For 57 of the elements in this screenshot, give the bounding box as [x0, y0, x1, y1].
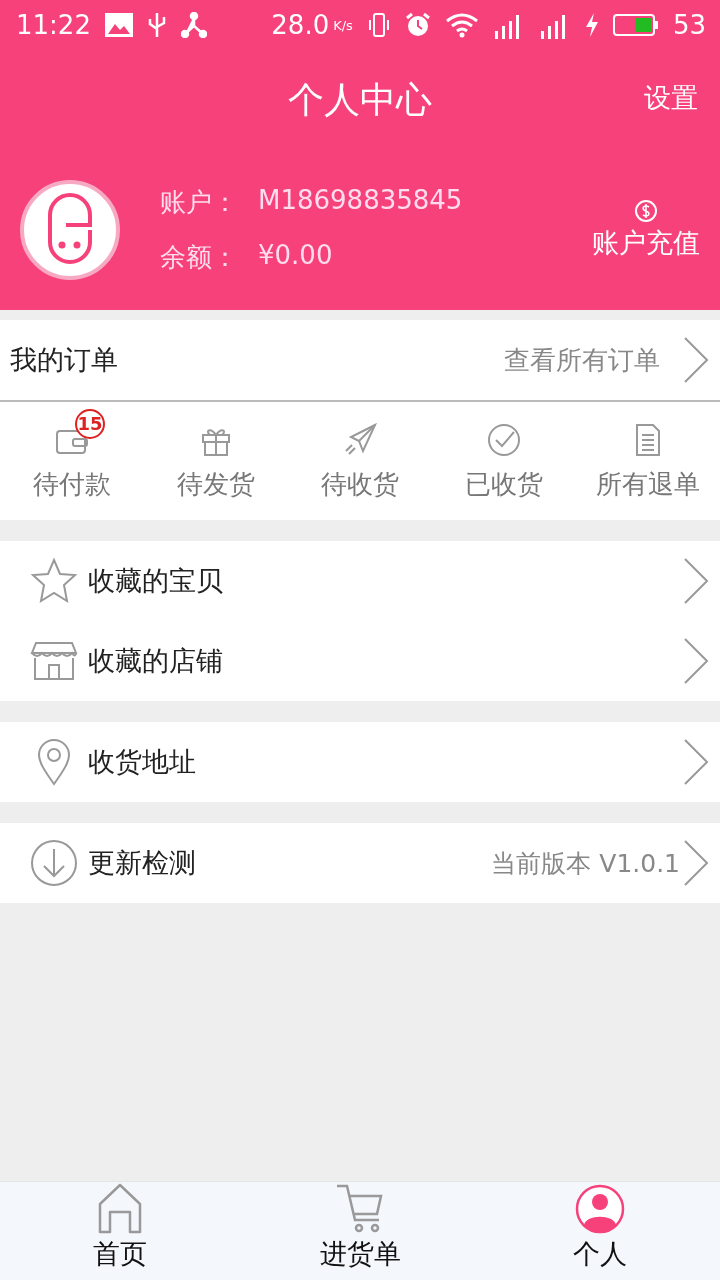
- order-status-button[interactable]: 已收货: [432, 402, 576, 520]
- my-orders-row[interactable]: 我的订单 查看所有订单: [0, 320, 720, 402]
- chevron-right-icon: [682, 636, 710, 686]
- check-circle-icon: [487, 422, 521, 457]
- menu-label: 收货地址: [88, 745, 197, 779]
- section-title: 我的订单: [10, 343, 119, 377]
- menu-item[interactable]: 更新检测 当前版本 V1.0.1: [0, 823, 720, 903]
- chevron-right-icon: [682, 335, 710, 385]
- image-icon: [104, 13, 133, 37]
- balance-label: 余额：: [160, 241, 239, 274]
- cart-icon: [335, 1182, 385, 1234]
- account-label: 账户：: [160, 186, 239, 219]
- version-text: 当前版本 V1.0.1: [491, 847, 680, 880]
- order-status-button[interactable]: 15 待付款: [0, 402, 144, 520]
- vibrate-icon: [366, 12, 391, 38]
- view-all-orders-link: 查看所有订单: [504, 343, 660, 377]
- order-status-button[interactable]: 待收货: [288, 402, 432, 520]
- tab[interactable]: 进货单: [240, 1182, 480, 1280]
- settings-button[interactable]: 设置: [644, 80, 698, 116]
- balance-amount: ¥0.00: [258, 240, 333, 272]
- logo-icon: [20, 180, 120, 280]
- chevron-right-icon: [682, 556, 710, 606]
- recharge-button[interactable]: 账户充值: [592, 199, 700, 261]
- page-title: 个人中心: [288, 77, 432, 122]
- account-number: M18698835845: [258, 185, 463, 217]
- menu-label: 更新检测: [88, 846, 197, 880]
- share-node-icon: [180, 12, 207, 38]
- charging-bolt-icon: [584, 12, 599, 38]
- chevron-right-icon: [682, 737, 710, 787]
- order-status-button[interactable]: 待发货: [144, 402, 288, 520]
- menu-item[interactable]: 收藏的宝贝: [0, 541, 720, 621]
- menu-label: 收藏的宝贝: [88, 564, 224, 598]
- speed-unit: K/s: [333, 18, 353, 33]
- person-icon: [575, 1184, 625, 1234]
- document-icon: [634, 422, 662, 457]
- download-icon: [30, 839, 78, 887]
- menu-item[interactable]: 收货地址: [0, 722, 720, 802]
- shop-icon: [30, 641, 78, 681]
- order-status-button[interactable]: 所有退单: [576, 402, 720, 520]
- usb-icon: [146, 11, 167, 39]
- battery-percent: 53: [672, 10, 706, 40]
- coin-icon: [634, 199, 658, 223]
- tab[interactable]: 个人: [480, 1182, 720, 1280]
- chevron-right-icon: [682, 838, 710, 888]
- tab[interactable]: 首页: [0, 1182, 240, 1280]
- clock-time: 11:22: [16, 10, 91, 40]
- alarm-clock-icon: [404, 12, 431, 38]
- menu-label: 收藏的店铺: [88, 644, 224, 678]
- menu-item[interactable]: 收藏的店铺: [0, 621, 720, 701]
- count-badge: 15: [75, 408, 105, 439]
- wifi-icon: [444, 12, 479, 38]
- network-speed: 28.0: [271, 10, 330, 40]
- home-icon: [97, 1182, 143, 1234]
- battery-icon: [612, 13, 659, 37]
- paper-plane-icon: [343, 422, 377, 457]
- location-pin-icon: [36, 738, 72, 786]
- star-icon: [30, 557, 78, 605]
